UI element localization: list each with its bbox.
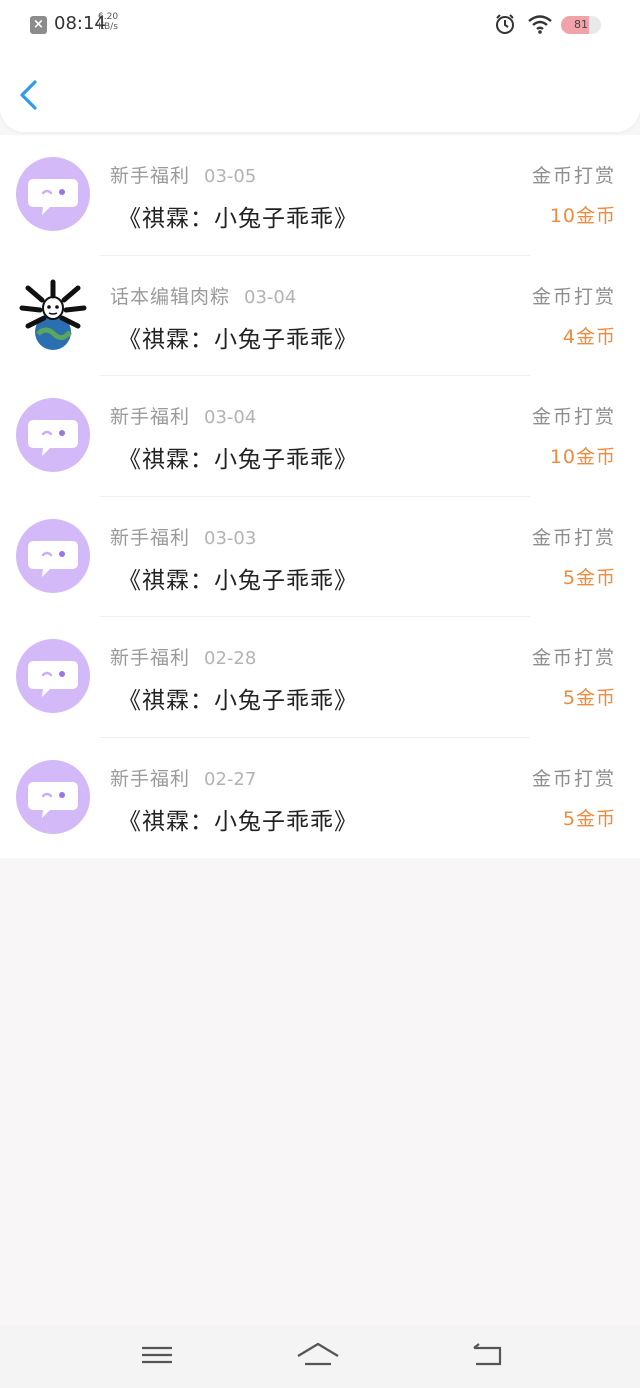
record-date: 03-04 (204, 407, 257, 428)
network-speed-unit: KB/s (98, 22, 118, 32)
return-icon (473, 1343, 502, 1366)
reward-type: 金币打赏 (531, 285, 616, 308)
avatar[interactable] (16, 759, 90, 834)
list-item[interactable]: 新手福利 02-28 《祺霖：小兔子乖乖》 金币打赏 5金币 (0, 617, 640, 738)
book-title: 《祺霖：小兔子乖乖》 (118, 447, 358, 473)
sender-label: 新手福利 (110, 767, 191, 790)
list-item[interactable]: 新手福利 03-04 《祺霖：小兔子乖乖》 金币打赏 10金币 (0, 376, 640, 497)
chat-bubble-icon (28, 661, 78, 697)
notification-close-icon: × (30, 16, 47, 34)
record-date: 02-28 (204, 648, 257, 669)
app-header (0, 52, 640, 132)
book-title: 《祺霖：小兔子乖乖》 (118, 326, 358, 353)
menu-button[interactable] (140, 1340, 174, 1374)
system-nav-bar (0, 1326, 640, 1388)
sender-label: 新手福利 (110, 406, 191, 428)
wifi-icon (527, 14, 553, 38)
reward-type: 金币打赏 (531, 767, 616, 790)
back-button[interactable] (14, 78, 44, 112)
menu-icon (142, 1346, 172, 1364)
avatar[interactable] (16, 278, 90, 352)
chat-bubble-icon (28, 179, 78, 215)
book-title: 《祺霖：小兔子乖乖》 (118, 206, 358, 232)
reward-type: 金币打赏 (531, 526, 616, 549)
battery-level: 81 (574, 18, 588, 31)
sender-name: 话本编辑肉粽 03-04 (110, 282, 296, 309)
reward-record-list: 新手福利 03-05 《祺霖：小兔子乖乖》 金币打赏 10金币 话本编辑肉粽 03-04 《… (0, 135, 640, 858)
network-speed: 6.20 KB/s (98, 12, 118, 32)
sender-name: 新手福利 03-03 (110, 523, 256, 550)
reward-amount: 10金币 (549, 446, 616, 468)
book-title: 《祺霖：小兔子乖乖》 (118, 567, 358, 594)
chevron-left-icon (20, 80, 37, 110)
sender-label: 新手福利 (110, 647, 191, 669)
chat-bubble-icon (28, 781, 78, 818)
sender-name: 新手福利 02-27 (110, 764, 256, 791)
sender-name: 新手福利 03-04 (110, 402, 256, 429)
status-bar: × 08:14 6.20 KB/s 81 (0, 0, 640, 52)
sender-label: 新手福利 (110, 526, 191, 549)
reward-amount: 10金币 (549, 205, 616, 227)
home-icon (297, 1342, 339, 1366)
record-date: 03-04 (244, 286, 297, 308)
network-speed-value: 6.20 (98, 12, 119, 22)
reward-type: 金币打赏 (531, 165, 616, 187)
chat-bubble-icon (28, 420, 78, 456)
reward-amount: 5金币 (562, 807, 616, 830)
record-date: 03-05 (204, 166, 257, 187)
user-photo (19, 279, 87, 350)
battery-icon: 81 (561, 16, 601, 34)
list-item[interactable]: 新手福利 03-05 《祺霖：小兔子乖乖》 金币打赏 10金币 (0, 135, 640, 256)
sender-name: 新手福利 02-28 (110, 643, 256, 670)
list-item[interactable]: 话本编辑肉粽 03-04 《祺霖：小兔子乖乖》 金币打赏 4金币 (0, 256, 640, 376)
home-button[interactable] (296, 1340, 340, 1374)
avatar[interactable] (16, 398, 90, 472)
reward-amount: 4金币 (562, 325, 616, 348)
reward-type: 金币打赏 (531, 406, 616, 428)
book-title: 《祺霖：小兔子乖乖》 (118, 808, 358, 835)
record-date: 03-03 (204, 527, 257, 549)
sender-label: 新手福利 (110, 165, 191, 187)
record-date: 02-27 (204, 768, 257, 790)
alarm-icon (494, 13, 516, 39)
book-title: 《祺霖：小兔子乖乖》 (118, 688, 358, 714)
avatar[interactable] (16, 157, 90, 231)
reward-amount: 5金币 (562, 687, 616, 709)
sender-label: 话本编辑肉粽 (110, 285, 231, 308)
sender-name: 新手福利 03-05 (110, 161, 256, 188)
reward-amount: 5金币 (562, 566, 616, 589)
avatar[interactable] (16, 639, 90, 713)
list-item[interactable]: 新手福利 03-03 《祺霖：小兔子乖乖》 金币打赏 5金币 (0, 497, 640, 617)
avatar[interactable] (16, 518, 90, 593)
reward-type: 金币打赏 (531, 647, 616, 669)
system-back-button[interactable] (470, 1340, 504, 1374)
list-item[interactable]: 新手福利 02-27 《祺霖：小兔子乖乖》 金币打赏 5金币 (0, 738, 640, 859)
chat-bubble-icon (28, 540, 78, 577)
